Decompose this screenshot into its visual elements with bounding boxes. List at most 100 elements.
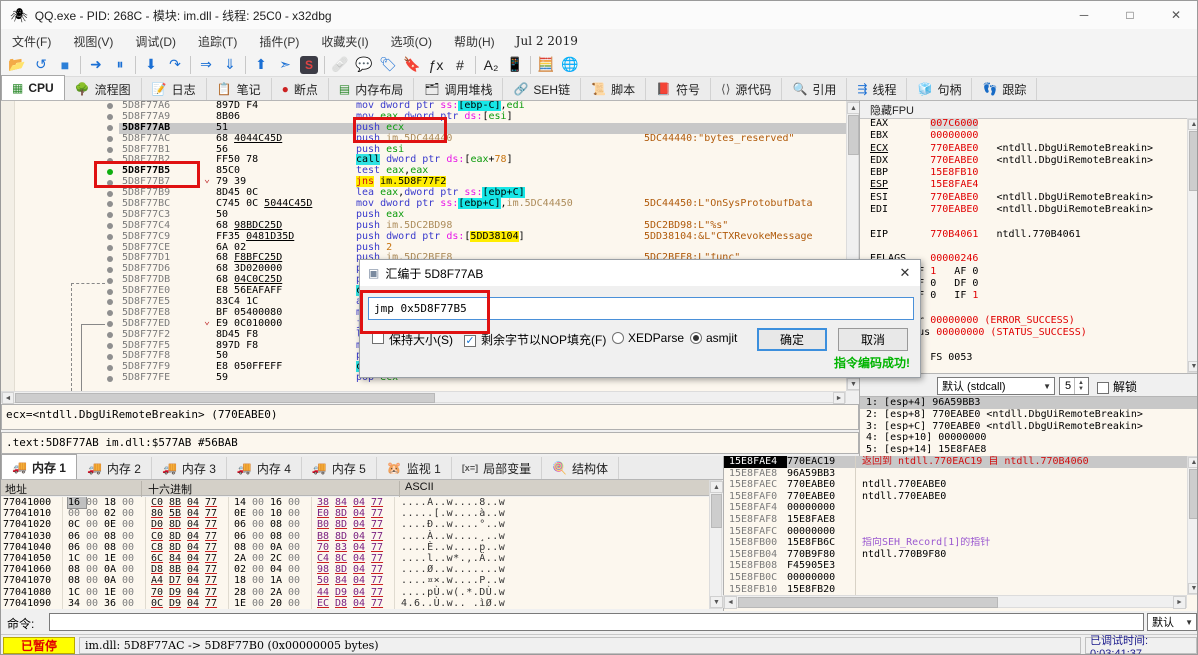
menu-item-6[interactable]: 选项(O): [380, 29, 443, 53]
tab-局部变量[interactable]: [x=] 局部变量: [452, 457, 543, 479]
scylla-icon[interactable]: S: [300, 55, 318, 74]
arg-count-stepper[interactable]: 5 ▲ ▼: [1059, 377, 1089, 395]
dump-row[interactable]: 77041010 00 00 02 00 80 5B 04 77 0E 00 10 00 E0 8D 04 77…: [1, 508, 709, 520]
step-over-icon[interactable]: ↷: [163, 54, 187, 76]
tab-脚本[interactable]: 📜 脚本: [581, 78, 647, 100]
tab-断点[interactable]: ● 断点: [272, 78, 329, 100]
disasm-row[interactable]: 5D8F77AC 68 4044C45D push im.5DC44440 5DC44…: [1, 133, 846, 145]
menu-item-3[interactable]: 追踪(T): [187, 29, 248, 53]
stack-row[interactable]: 15E8FAEC 770EABE0 ntdll.770EABE0: [724, 479, 1197, 491]
stack-vscrollbar[interactable]: ▲ ▼: [1187, 456, 1197, 595]
arg-row[interactable]: 5: [esp+14] 15E8FAE8: [860, 444, 1197, 456]
stack-row[interactable]: 15E8FAE4 770EAC19 返回到 ntdll.770EAC19 自 ntd…: [724, 456, 1197, 468]
run-icon[interactable]: ➜: [84, 54, 108, 76]
register-row[interactable]: EDX 770EABE0 <ntdll.DbgUiRemoteBreakin>: [860, 155, 1187, 167]
xedparse-radio[interactable]: [612, 331, 624, 345]
register-row[interactable]: [860, 216, 1187, 228]
stack-row[interactable]: 15E8FB0C 00000000: [724, 571, 1197, 584]
assemble-dialog-titlebar[interactable]: ▣ 汇编于 5D8F77AB ✕: [360, 260, 920, 286]
tab-监视 1[interactable]: 🐹 监视 1: [377, 457, 452, 479]
open-folder-icon[interactable]: 📂: [5, 54, 29, 76]
command-input[interactable]: [49, 613, 1144, 631]
stack-row[interactable]: 15E8FB00 15E8FB6C 指向SEH_Record[1]的指针: [724, 537, 1197, 549]
stack-row[interactable]: 15E8FAE8 96A59BB3: [724, 467, 1197, 480]
unlock-checkbox[interactable]: [1097, 379, 1109, 397]
stack-row[interactable]: 15E8FAF0 770EABE0 ntdll.770EABE0: [724, 490, 1197, 503]
hash-icon[interactable]: #: [448, 54, 472, 76]
labels-icon[interactable]: 🏷: [376, 54, 400, 76]
arg-row[interactable]: 2: [esp+8] 770EABE0 <ntdll.DbgUiRemoteBr…: [860, 409, 1197, 421]
command-profile-select[interactable]: 默认 ▼: [1147, 613, 1197, 631]
register-row[interactable]: EDI 770EABE0 <ntdll.DbgUiRemoteBreakin>: [860, 204, 1187, 216]
dump-row[interactable]: 77041070 08 00 0A 00 A4 D7 04 77 18 00 1A 00 50 84 04 77…: [1, 575, 709, 587]
register-row[interactable]: [860, 241, 1187, 253]
tab-源代码[interactable]: ⟨⟩ 源代码: [711, 78, 783, 100]
comments-icon[interactable]: 💬: [352, 54, 376, 76]
maximize-button[interactable]: □: [1107, 1, 1153, 29]
tab-日志[interactable]: 📝 日志: [142, 78, 207, 100]
tab-句柄[interactable]: 🧊 句柄: [907, 78, 973, 100]
dump-row[interactable]: 77041000 16 00 18 00 C0 8B 04 77 14 00 16 00 38 84 04 77…: [1, 497, 709, 510]
stack-row[interactable]: 15E8FAFC 00000000: [724, 525, 1197, 538]
arg-row[interactable]: 4: [esp+10] 00000000: [860, 432, 1197, 444]
menu-item-2[interactable]: 调试(D): [124, 29, 187, 53]
tab-跟踪[interactable]: 👣 跟踪: [972, 78, 1038, 100]
stack-row[interactable]: 15E8FAF8 15E8FAE8: [724, 513, 1197, 526]
register-row[interactable]: ECX 770EABE0 <ntdll.DbgUiRemoteBreakin>: [860, 143, 1187, 155]
dump-row[interactable]: 77041060 08 00 0A 00 D8 8B 04 77 02 00 04 00 98 8D 04 77…: [1, 564, 709, 576]
attach-thread-icon[interactable]: ➣: [273, 54, 297, 76]
register-row[interactable]: ESI 770EABE0 <ntdll.DbgUiRemoteBreakin>: [860, 192, 1187, 204]
functions-icon[interactable]: ƒx: [424, 54, 448, 76]
tab-SEH链[interactable]: 🔗 SEH链: [503, 78, 582, 100]
dump-row[interactable]: 77041040 06 00 08 00 C8 8D 04 77 08 00 0A 00 70 83 04 77…: [1, 541, 709, 553]
dump-vscrollbar[interactable]: ▲ ▼: [709, 480, 723, 609]
pause-icon[interactable]: ⏸: [108, 54, 132, 76]
stop-icon[interactable]: ■: [53, 54, 77, 76]
breakpoint-dot-icon[interactable]: [107, 168, 113, 175]
tab-符号[interactable]: 📕 符号: [646, 78, 712, 100]
register-row[interactable]: ESP 15E8FAE4: [860, 179, 1187, 191]
tab-内存 5[interactable]: 🚚 内存 5: [302, 457, 377, 479]
step-into-icon[interactable]: ⬇: [139, 54, 163, 76]
dialog-close-icon[interactable]: ✕: [890, 265, 920, 281]
dump-row[interactable]: 77041090 34 00 36 00 0C D9 04 77 1E 00 20 00 EC D8 04 77…: [1, 597, 709, 609]
tab-流程图[interactable]: 🌳 流程图: [65, 78, 142, 100]
tab-结构体[interactable]: 🍭 结构体: [542, 457, 620, 479]
assemble-instruction-input[interactable]: jmp 0x5D8F77B5: [368, 297, 914, 320]
menu-item-5[interactable]: 收藏夹(I): [310, 29, 379, 53]
register-row[interactable]: EAX 007C6000: [860, 118, 1187, 130]
tab-内存 4[interactable]: 🚚 内存 4: [227, 457, 302, 479]
stack-hscrollbar[interactable]: ◄ ►: [723, 595, 1187, 609]
dump-row[interactable]: 77041030 06 00 08 00 C0 8D 04 77 06 00 08 00 B8 8D 04 77…: [1, 530, 709, 542]
disasm-hscrollbar[interactable]: ◄ ►: [1, 391, 846, 404]
strings-icon[interactable]: A₂: [479, 54, 503, 76]
tab-笔记[interactable]: 📋 笔记: [207, 78, 272, 100]
dump-row[interactable]: 77041020 0C 00 0E 00 D0 8D 04 77 06 00 08 00 B0 8D 04 77…: [1, 519, 709, 531]
step-out-icon[interactable]: ⇓: [218, 54, 242, 76]
tab-CPU[interactable]: ▦ CPU: [1, 75, 65, 100]
tab-调用堆栈[interactable]: 🗂 调用堆栈: [414, 78, 504, 100]
patches-icon[interactable]: 🩹: [328, 54, 352, 76]
keep-size-checkbox[interactable]: [372, 331, 384, 345]
tab-内存 3[interactable]: 🚚 内存 3: [152, 457, 227, 479]
register-row[interactable]: EIP 770B4061 ntdll.770B4061: [860, 229, 1187, 241]
disasm-row[interactable]: 5D8F77C9 FF35 0481D35D push dword ptr ds:[…: [1, 230, 846, 243]
stack-row[interactable]: 15E8FAF4 00000000: [724, 502, 1197, 514]
arg-row[interactable]: 1: [esp+4] 96A59BB3: [860, 397, 1197, 409]
menu-item-4[interactable]: 插件(P): [248, 29, 310, 53]
settings-globe-icon[interactable]: 🌐: [558, 54, 582, 76]
cancel-button[interactable]: 取消: [838, 328, 908, 351]
restart-icon[interactable]: ↺: [29, 54, 53, 76]
tab-引用[interactable]: 🔍 引用: [782, 78, 848, 100]
dump-row[interactable]: 77041080 1C 00 1E 00 70 D9 04 77 28 00 2A 00 44 D9 04 77…: [1, 586, 709, 598]
arg-row[interactable]: 3: [esp+C] 770EABE0 <ntdll.DbgUiRemoteBr…: [860, 421, 1197, 433]
stack-row[interactable]: 15E8FB08 F45905E3: [724, 560, 1197, 572]
ok-button[interactable]: 确定: [757, 328, 827, 351]
calculator-icon[interactable]: 🧮: [534, 54, 558, 76]
execute-till-return-icon[interactable]: ⇒: [194, 54, 218, 76]
bookmarks-icon[interactable]: 🔖: [400, 54, 424, 76]
tab-内存布局[interactable]: ▤ 内存布局: [329, 78, 415, 100]
menu-item-0[interactable]: 文件(F): [1, 29, 62, 53]
run-to-user-code-icon[interactable]: ⬆: [249, 54, 273, 76]
stack-row[interactable]: 15E8FB04 770B9F80 ntdll.770B9F80: [724, 548, 1197, 561]
